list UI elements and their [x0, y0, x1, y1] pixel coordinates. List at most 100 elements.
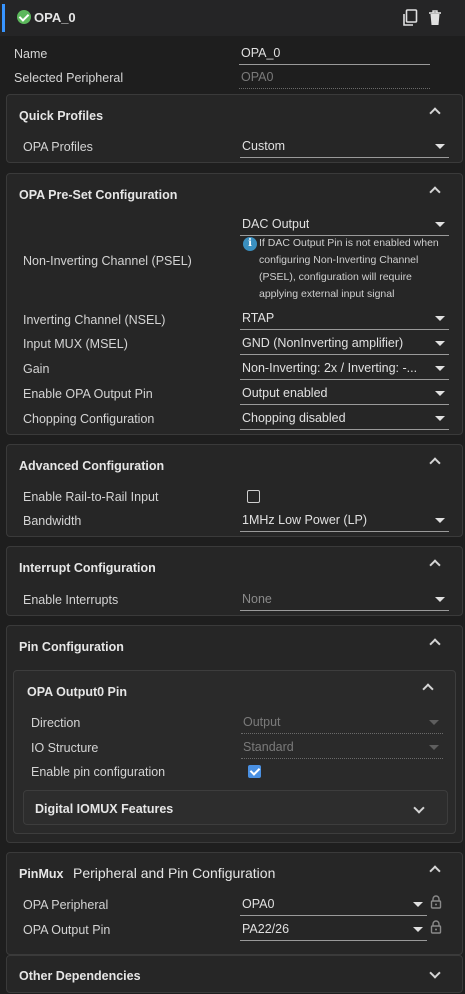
lock-icon[interactable]: [430, 920, 442, 934]
opa-peripheral-value: OPA0: [242, 897, 275, 911]
nsel-value: RTAP: [242, 311, 275, 325]
advanced-config-panel: Advanced Configuration Enable Rail-to-Ra…: [6, 444, 463, 537]
pin-config-panel: Pin Configuration OPA Output0 Pin Direct…: [6, 625, 463, 843]
bandwidth-label: Bandwidth: [23, 514, 82, 528]
opa-peripheral-select[interactable]: OPA0: [240, 894, 427, 916]
chevron-up-icon[interactable]: [429, 106, 441, 114]
output-pin-label: Enable OPA Output Pin: [23, 387, 153, 401]
bandwidth-value: 1MHz Low Power (LP): [242, 513, 368, 527]
caret-down-icon: [429, 745, 439, 750]
chopping-value: Chopping disabled: [242, 411, 346, 425]
io-structure-value: Standard: [243, 740, 294, 754]
chevron-up-icon[interactable]: [422, 682, 434, 690]
output0-pin-panel: OPA Output0 Pin Direction Output IO Stru…: [13, 670, 456, 834]
selected-peripheral-label: Selected Peripheral: [14, 71, 124, 85]
gain-select[interactable]: Non-Inverting: 2x / Inverting: -...: [240, 358, 449, 380]
caret-down-icon: [435, 597, 445, 602]
name-value: OPA_0: [241, 46, 281, 60]
caret-down-icon: [435, 391, 445, 396]
chevron-up-icon[interactable]: [429, 185, 441, 193]
opa-profiles-value: Custom: [242, 139, 286, 153]
enable-interrupts-label: Enable Interrupts: [23, 593, 119, 607]
caret-down-icon: [413, 927, 423, 932]
chevron-up-icon[interactable]: [429, 558, 441, 566]
nsel-label: Inverting Channel (NSEL): [23, 313, 166, 327]
bandwidth-select[interactable]: 1MHz Low Power (LP): [240, 510, 449, 532]
quick-profiles-title[interactable]: Quick Profiles: [19, 109, 103, 123]
selected-peripheral-value: OPA0: [241, 70, 274, 84]
opa-peripheral-label: OPA Peripheral: [23, 898, 109, 912]
chevron-up-icon[interactable]: [429, 456, 441, 464]
chevron-down-icon[interactable]: [429, 971, 441, 979]
chopping-select[interactable]: Chopping disabled: [240, 408, 449, 430]
pinmux-panel: PinMux Peripheral and Pin Configuration …: [6, 852, 463, 955]
interrupt-config-title[interactable]: Interrupt Configuration: [19, 561, 156, 575]
rail-to-rail-checkbox[interactable]: [247, 490, 260, 503]
enable-pin-config-label: Enable pin configuration: [31, 765, 166, 779]
interrupt-config-panel: Interrupt Configuration Enable Interrupt…: [6, 546, 463, 616]
psel-label: Non-Inverting Channel (PSEL): [23, 254, 192, 268]
chevron-down-icon[interactable]: [413, 806, 425, 814]
rail-to-rail-label: Enable Rail-to-Rail Input: [23, 490, 159, 504]
opa-output-pin-label: OPA Output Pin: [23, 923, 111, 937]
direction-value: Output: [243, 715, 281, 729]
psel-note: If DAC Output Pin is not enabled when co…: [259, 237, 439, 300]
caret-down-icon: [435, 518, 445, 523]
caret-down-icon: [413, 902, 423, 907]
status-ok-icon: [17, 10, 31, 24]
opa-profiles-label: OPA Profiles: [23, 140, 93, 154]
pin-config-title[interactable]: Pin Configuration: [19, 640, 124, 654]
opa-output-pin-value: PA22/26: [242, 922, 290, 936]
digital-iomux-panel[interactable]: Digital IOMUX Features: [23, 790, 448, 825]
msel-value: GND (NonInverting amplifier): [242, 336, 404, 350]
module-header: OPA_0: [0, 0, 465, 36]
output-pin-value: Output enabled: [242, 386, 328, 400]
selection-accent-bar: [2, 4, 5, 32]
caret-down-icon: [435, 316, 445, 321]
io-structure-select: Standard: [241, 737, 443, 759]
digital-iomux-title[interactable]: Digital IOMUX Features: [35, 802, 173, 816]
msel-select[interactable]: GND (NonInverting amplifier): [240, 333, 449, 355]
gain-value: Non-Inverting: 2x / Inverting: -...: [242, 361, 418, 375]
gain-label: Gain: [23, 362, 50, 376]
pinmux-title[interactable]: Peripheral and Pin Configuration: [73, 865, 275, 881]
preset-config-title[interactable]: OPA Pre-Set Configuration: [19, 188, 177, 202]
other-dependencies-panel[interactable]: Other Dependencies: [6, 955, 463, 993]
caret-down-icon: [435, 416, 445, 421]
psel-select[interactable]: DAC Output: [240, 214, 449, 236]
nsel-select[interactable]: RTAP: [240, 308, 449, 330]
direction-select: Output: [241, 712, 443, 734]
io-structure-label: IO Structure: [31, 741, 99, 755]
advanced-config-title[interactable]: Advanced Configuration: [19, 459, 164, 473]
caret-down-icon: [435, 144, 445, 149]
preset-config-panel: OPA Pre-Set Configuration Non-Inverting …: [6, 173, 463, 435]
other-dependencies-title[interactable]: Other Dependencies: [19, 969, 141, 983]
caret-down-icon: [435, 366, 445, 371]
enable-interrupts-select[interactable]: None: [240, 589, 449, 611]
trash-icon[interactable]: [427, 9, 443, 27]
chevron-up-icon[interactable]: [429, 864, 441, 872]
caret-down-icon: [429, 720, 439, 725]
info-icon: i: [243, 237, 257, 251]
chopping-label: Chopping Configuration: [23, 412, 155, 426]
chevron-up-icon[interactable]: [429, 637, 441, 645]
pinmux-tag: PinMux: [19, 867, 64, 881]
opa-profiles-select[interactable]: Custom: [240, 136, 449, 158]
name-label: Name: [14, 47, 48, 61]
psel-value: DAC Output: [242, 217, 310, 231]
opa-output-pin-select[interactable]: PA22/26: [240, 919, 427, 941]
quick-profiles-panel: Quick Profiles OPA Profiles Custom: [6, 94, 463, 163]
output0-pin-title[interactable]: OPA Output0 Pin: [27, 685, 127, 699]
selected-peripheral-field: OPA0: [239, 67, 430, 89]
caret-down-icon: [435, 341, 445, 346]
msel-label: Input MUX (MSEL): [23, 337, 128, 351]
direction-label: Direction: [31, 716, 81, 730]
module-title: OPA_0: [34, 10, 76, 25]
lock-icon[interactable]: [430, 895, 442, 909]
caret-down-icon: [435, 222, 445, 227]
name-field[interactable]: OPA_0: [239, 43, 430, 65]
enable-interrupts-value: None: [242, 592, 272, 606]
output-pin-select[interactable]: Output enabled: [240, 383, 449, 405]
copy-icon[interactable]: [402, 9, 418, 27]
enable-pin-config-checkbox[interactable]: [248, 765, 261, 778]
